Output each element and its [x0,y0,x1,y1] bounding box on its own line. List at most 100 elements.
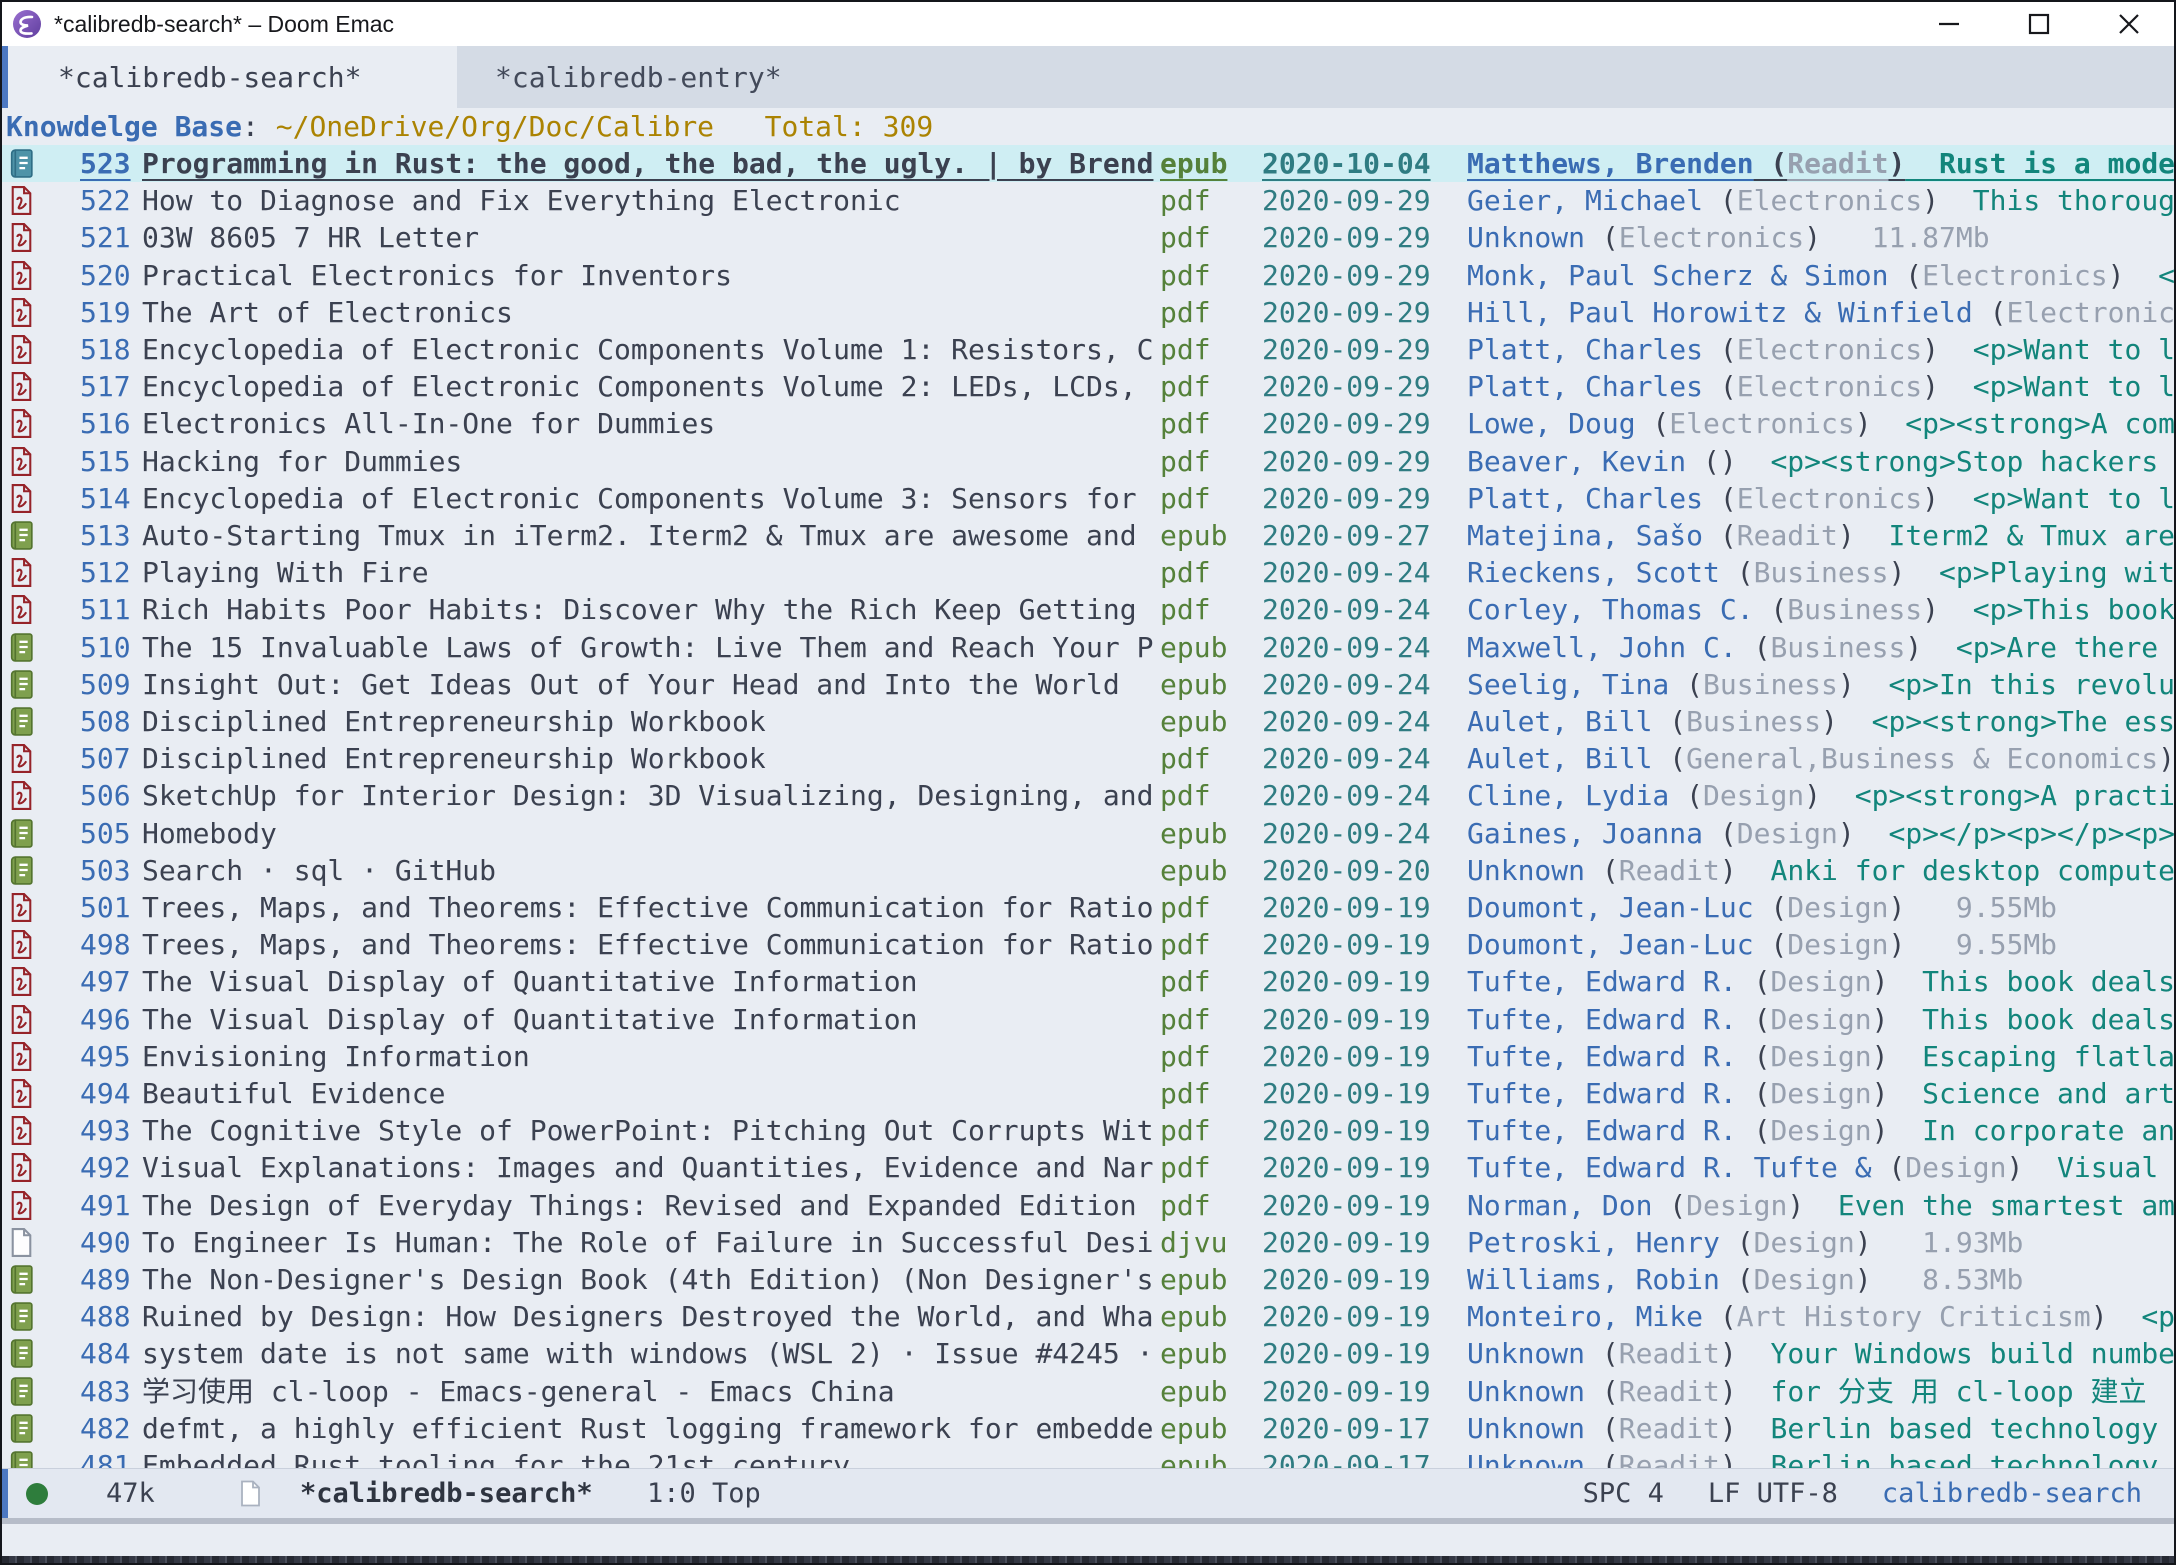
minimize-button[interactable] [1904,2,1994,46]
book-author: Corley, Thomas C. [1467,593,1754,626]
book-category: Electronics [1669,407,1854,440]
book-row[interactable]: 519The Art of Electronicspdf2020-09-29Hi… [2,294,2174,331]
book-category: Design [1770,1003,1871,1036]
book-format: pdf [1160,294,1211,331]
book-author: Gaines, Joanna [1467,817,1703,850]
pdf-icon [8,929,35,960]
file-icon [8,1227,35,1258]
tab-calibredb-entry[interactable]: *calibredb-entry* [495,46,782,108]
book-format: pdf [1160,1149,1211,1186]
book-row[interactable]: 492Visual Explanations: Images and Quant… [2,1149,2174,1186]
book-meta: Monk, Paul Scherz & Simon (Electronics) … [1467,257,2174,294]
book-row[interactable]: 495Envisioning Informationpdf2020-09-19T… [2,1038,2174,1075]
window-controls [1904,2,2174,46]
book-date: 2020-09-29 [1262,480,1431,517]
book-row[interactable]: 509Insight Out: Get Ideas Out of Your He… [2,666,2174,703]
book-category: Electronics [1619,221,1804,254]
book-author: Monteiro, Mike [1467,1300,1703,1333]
book-row[interactable]: 498Trees, Maps, and Theorems: Effective … [2,926,2174,963]
book-row[interactable]: 490To Engineer Is Human: The Role of Fai… [2,1224,2174,1261]
paren: ) [1888,928,1905,961]
book-format: epub [1160,1298,1227,1335]
book-meta: Unknown (Electronics) 11.87Mb [1467,219,2174,256]
paren: ( [1669,779,1703,812]
paren: ) [1872,1077,1889,1110]
paren: ) [1720,1375,1737,1408]
book-row[interactable]: 517Encyclopedia of Electronic Components… [2,368,2174,405]
book-meta: Aulet, Bill (Business) <p><strong>The es… [1467,703,2174,740]
title-bar: *calibredb-search* – Doom Emac [2,2,2174,46]
book-row[interactable]: 483学习使用 cl-loop - Emacs-general - Emacs … [2,1373,2174,1410]
book-date: 2020-09-29 [1262,182,1431,219]
maximize-button[interactable] [1994,2,2084,46]
book-category: Design [1754,1263,1855,1296]
book-row[interactable]: 496The Visual Display of Quantitative In… [2,1001,2174,1038]
book-title: Encyclopedia of Electronic Components Vo… [142,331,1160,368]
book-id: 492 [80,1149,131,1186]
book-format: epub [1160,666,1227,703]
total-count: Total: 309 [765,110,934,143]
book-row[interactable]: 516Electronics All-In-One for Dummiespdf… [2,405,2174,442]
paren: ( [1754,147,1788,180]
paren: ) [1905,631,1922,664]
book-date: 2020-09-24 [1262,703,1431,740]
book-row[interactable]: 491The Design of Everyday Things: Revise… [2,1187,2174,1224]
book-author: Tufte, Edward R. [1467,1114,1737,1147]
book-title: Beautiful Evidence [142,1075,1160,1112]
pdf-icon [8,780,35,811]
tab-calibredb-search[interactable]: *calibredb-search* [8,46,457,108]
book-row[interactable]: 503Search · sql · GitHubepub2020-09-20Un… [2,852,2174,889]
book-format: epub [1160,629,1227,666]
book-row[interactable]: 507Disciplined Entrepreneurship Workbook… [2,740,2174,777]
book-row[interactable]: 515Hacking for Dummiespdf2020-09-29Beave… [2,443,2174,480]
book-category: Design [1770,1114,1871,1147]
book-row[interactable]: 520Practical Electronics for Inventorspd… [2,257,2174,294]
book-row[interactable]: 510The 15 Invaluable Laws of Growth: Liv… [2,629,2174,666]
book-row[interactable]: 511Rich Habits Poor Habits: Discover Why… [2,591,2174,628]
book-date: 2020-09-24 [1262,666,1431,703]
book-row[interactable]: 484system date is not same with windows … [2,1335,2174,1372]
mode-line: 47k *calibredb-search* 1:0 Top SPC 4 LF … [2,1468,2174,1518]
book-row[interactable]: 513Auto-Starting Tmux in iTerm2. Iterm2 … [2,517,2174,554]
book-row[interactable]: 512Playing With Firepdf2020-09-24Riecken… [2,554,2174,591]
book-category: Readit [1619,854,1720,887]
book-row[interactable]: 488Ruined by Design: How Designers Destr… [2,1298,2174,1335]
book-row[interactable]: 514Encyclopedia of Electronic Components… [2,480,2174,517]
book-title: Disciplined Entrepreneurship Workbook [142,703,1160,740]
book-row[interactable]: 489The Non-Designer's Design Book (4th E… [2,1261,2174,1298]
book-format: pdf [1160,1187,1211,1224]
paren: ( [1703,1300,1737,1333]
book-row[interactable]: 493The Cognitive Style of PowerPoint: Pi… [2,1112,2174,1149]
book-row[interactable]: 523Programming in Rust: the good, the ba… [2,145,2174,182]
book-format: pdf [1160,219,1211,256]
book-category: Electronics [1737,482,1922,515]
book-row[interactable]: 501Trees, Maps, and Theorems: Effective … [2,889,2174,926]
paren: ) [1720,1449,1737,1468]
book-row[interactable]: 518Encyclopedia of Electronic Components… [2,331,2174,368]
close-button[interactable] [2084,2,2174,46]
book-row[interactable]: 497The Visual Display of Quantitative In… [2,963,2174,1000]
book-id: 495 [80,1038,131,1075]
book-row[interactable]: 481Embedded Rust tooling for the 21st ce… [2,1447,2174,1468]
book-format: pdf [1160,963,1211,1000]
tab-bar: *calibredb-search* *calibredb-entry* [2,46,2174,108]
book-row[interactable]: 52103W 8605 7 HR Letterpdf2020-09-29Unkn… [2,219,2174,256]
book-author: Hill, Paul Horowitz & Winfield [1467,296,1973,329]
book-row[interactable]: 506SketchUp for Interior Design: 3D Visu… [2,777,2174,814]
book-date: 2020-09-19 [1262,1261,1431,1298]
book-row[interactable]: 508Disciplined Entrepreneurship Workbook… [2,703,2174,740]
book-row[interactable]: 505Homebodyepub2020-09-24Gaines, Joanna … [2,815,2174,852]
book-id: 513 [80,517,131,554]
book-format: epub [1160,145,1227,182]
book-title: Trees, Maps, and Theorems: Effective Com… [142,926,1160,963]
book-date: 2020-09-19 [1262,1001,1431,1038]
paren: ( [1737,1114,1771,1147]
book-row[interactable]: 494Beautiful Evidencepdf2020-09-19Tufte,… [2,1075,2174,1112]
book-row[interactable]: 482defmt, a highly efficient Rust loggin… [2,1410,2174,1447]
book-date: 2020-09-29 [1262,405,1431,442]
paren: ( [1720,1263,1754,1296]
book-id: 493 [80,1112,131,1149]
paren: ( [1669,668,1703,701]
book-format: epub [1160,815,1227,852]
book-row[interactable]: 522How to Diagnose and Fix Everything El… [2,182,2174,219]
